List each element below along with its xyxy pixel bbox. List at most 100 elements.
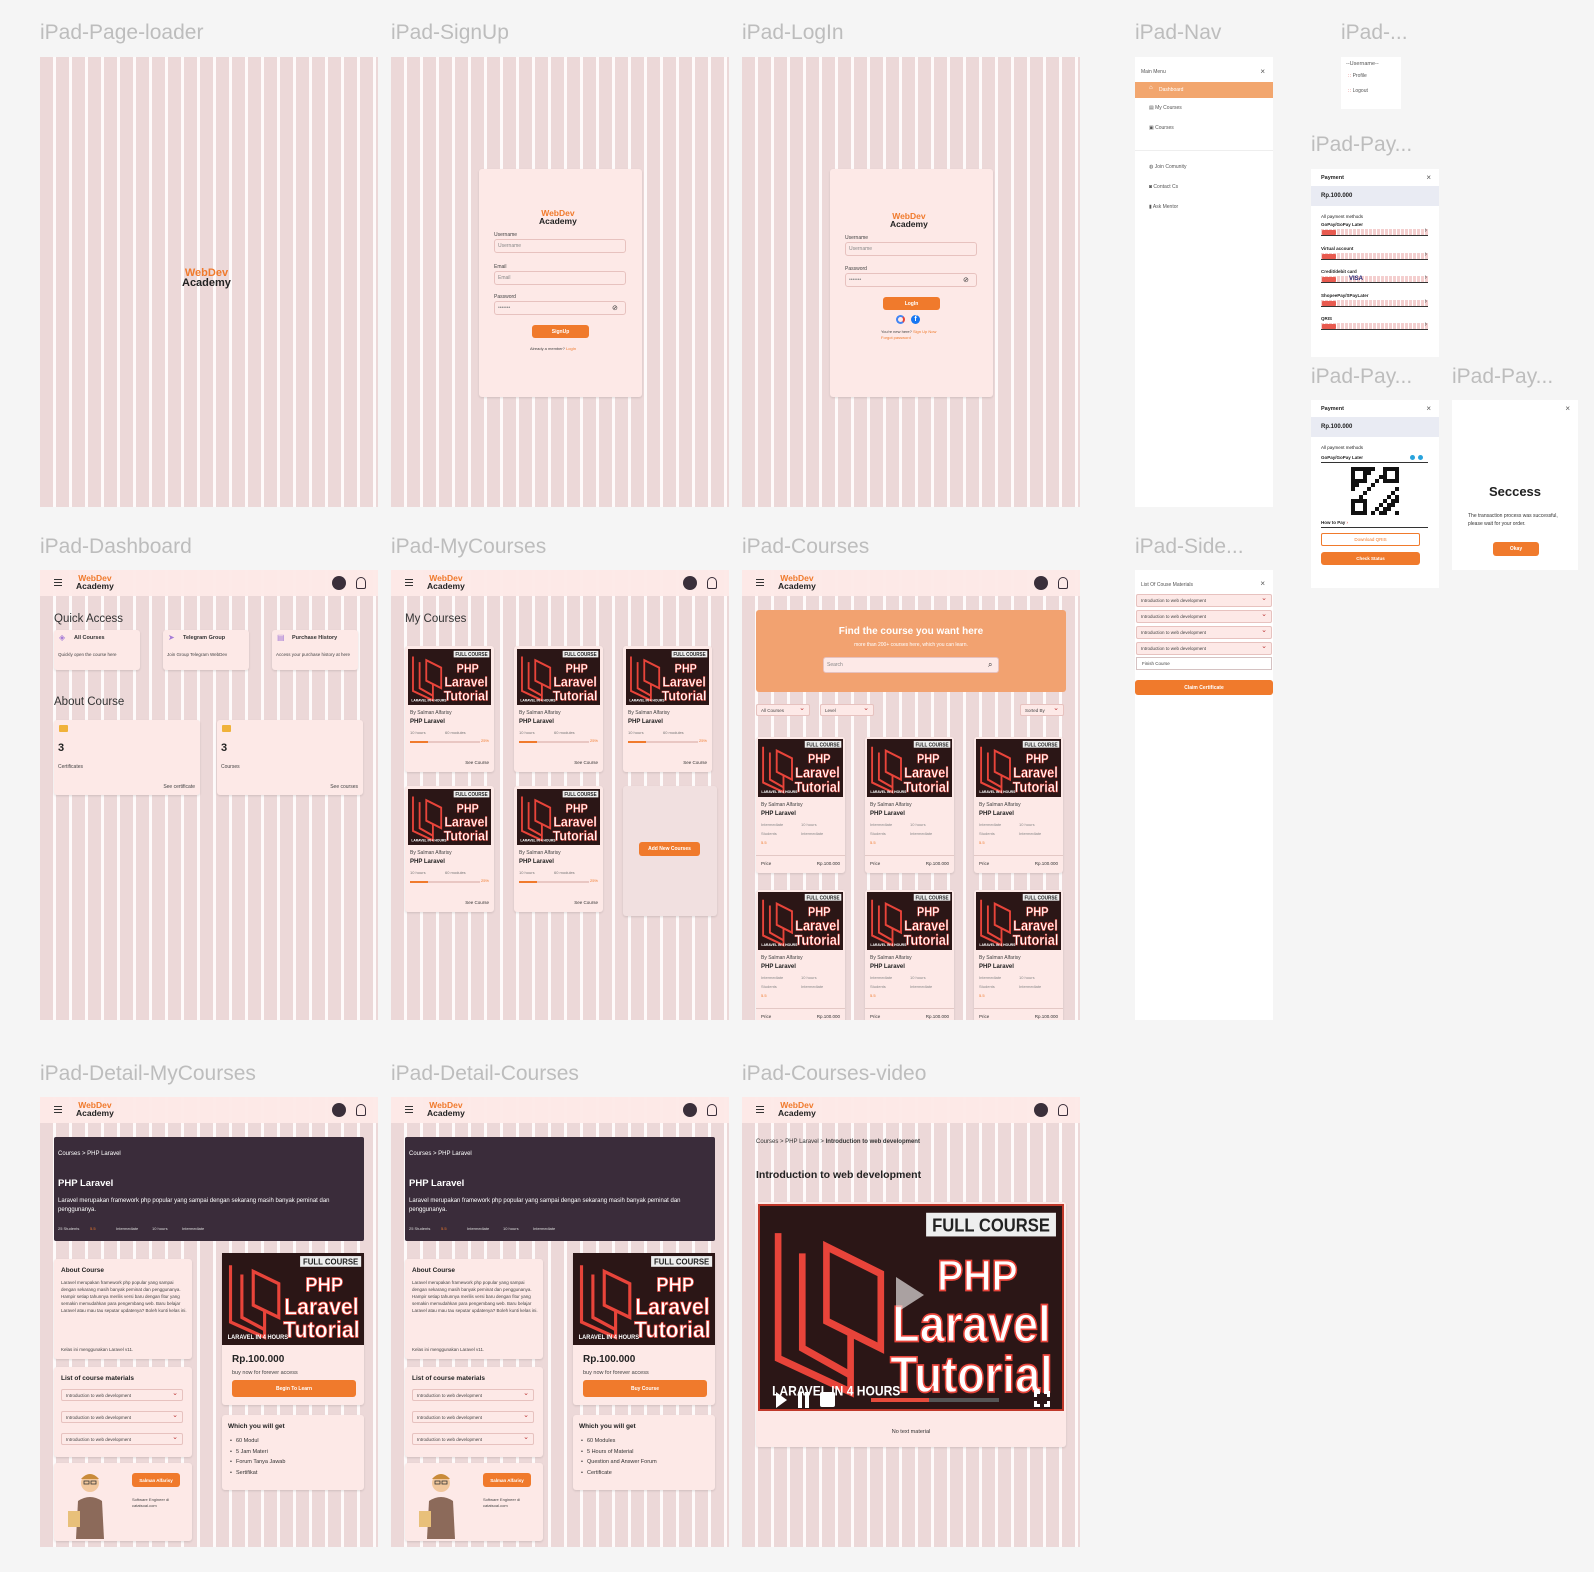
play-overlay-icon[interactable] xyxy=(896,1277,924,1313)
password-field[interactable]: ••••••• xyxy=(494,301,626,315)
payment-method-row[interactable]: VISA › xyxy=(1321,274,1428,283)
payment-method-row[interactable]: › xyxy=(1321,321,1428,330)
bell-icon[interactable] xyxy=(707,1104,717,1116)
material-dropdown[interactable]: Introduction to web development xyxy=(412,1411,534,1423)
okay-button[interactable]: Okay xyxy=(1493,542,1539,556)
stat-link[interactable]: See courses xyxy=(330,784,358,790)
login-link[interactable]: LogIn xyxy=(566,346,576,351)
avatar-icon[interactable] xyxy=(1034,1103,1048,1117)
quick-access-card[interactable]: ➤ Telegram Group Join Group Telegram WebDe… xyxy=(163,630,249,670)
bell-icon[interactable] xyxy=(707,577,717,589)
nav-item-mentor[interactable]: ▮ Ask Mentor xyxy=(1149,204,1178,210)
material-dropdown[interactable]: Introduction to web development xyxy=(1136,642,1272,655)
eye-off-icon[interactable]: ⊘ xyxy=(963,276,969,284)
course-card[interactable]: FULL COURSE PHP Laravel Tutorial LARAVEL IN … xyxy=(865,890,954,1020)
level-filter[interactable]: Level xyxy=(820,704,874,716)
bell-icon[interactable] xyxy=(356,577,366,589)
bell-icon[interactable] xyxy=(356,1104,366,1116)
breadcrumb[interactable]: Courses > PHP Laravel xyxy=(409,1151,472,1157)
see-course-link[interactable]: See Course xyxy=(574,900,598,905)
search-input[interactable]: Search xyxy=(823,657,999,673)
claim-certificate-button[interactable]: Claim Certificate xyxy=(1135,680,1273,695)
my-course-card[interactable]: FULL COURSE PHP Laravel Tutorial LARAVEL IN … xyxy=(514,786,603,912)
close-icon[interactable]: × xyxy=(1426,404,1431,413)
see-course-link[interactable]: See Course xyxy=(465,900,489,905)
close-icon[interactable]: × xyxy=(1260,579,1265,588)
nav-item-courses[interactable]: ▣ Courses xyxy=(1149,125,1174,131)
payment-method-row[interactable]: › xyxy=(1321,298,1428,307)
course-card[interactable]: FULL COURSE PHP Laravel Tutorial LARAVEL IN … xyxy=(756,890,845,1020)
nav-item-dashboard[interactable]: ⌂ Dashboard xyxy=(1135,82,1273,98)
eye-off-icon[interactable]: ⊘ xyxy=(612,304,618,312)
email-field[interactable]: Email xyxy=(494,271,626,285)
material-dropdown[interactable]: Introduction to web development xyxy=(61,1433,183,1445)
mentor-name[interactable]: Salman Alfarisy xyxy=(132,1473,180,1487)
signup-button[interactable]: SignUp xyxy=(532,325,589,338)
breadcrumb[interactable]: Courses > PHP Laravel xyxy=(58,1151,121,1157)
material-dropdown[interactable]: Introduction to web development xyxy=(412,1433,534,1445)
avatar-icon[interactable] xyxy=(683,1103,697,1117)
close-icon[interactable]: × xyxy=(1565,404,1570,413)
material-dropdown[interactable]: Introduction to web development xyxy=(412,1389,534,1401)
material-dropdown[interactable]: Introduction to web development xyxy=(1136,610,1272,623)
download-qris-button[interactable]: Download QRIS xyxy=(1321,533,1420,546)
bell-icon[interactable] xyxy=(1058,577,1068,589)
my-course-card[interactable]: FULL COURSE PHP Laravel Tutorial LARAVEL IN … xyxy=(623,646,712,772)
my-course-card[interactable]: FULL COURSE PHP Laravel Tutorial LARAVEL IN … xyxy=(405,786,494,912)
category-filter[interactable]: All Courses xyxy=(756,704,810,716)
finish-course-item[interactable]: Finish Course xyxy=(1136,657,1272,670)
avatar-icon[interactable] xyxy=(1034,576,1048,590)
material-dropdown[interactable]: Introduction to web development xyxy=(61,1389,183,1401)
profile-menu-item[interactable]: ∷ Profile xyxy=(1348,73,1367,79)
breadcrumb-link[interactable]: Courses > PHP Laravel > xyxy=(756,1139,824,1145)
close-icon[interactable]: × xyxy=(1426,173,1431,182)
nav-item-my-courses[interactable]: ▤ My Courses xyxy=(1149,105,1182,111)
hamburger-icon[interactable] xyxy=(756,579,764,586)
facebook-icon[interactable]: f xyxy=(911,315,920,324)
stop-icon[interactable] xyxy=(820,1392,835,1407)
course-card[interactable]: FULL COURSE PHP Laravel Tutorial LARAVEL IN … xyxy=(865,737,954,873)
material-dropdown[interactable]: Introduction to web development xyxy=(1136,594,1272,607)
login-button[interactable]: LogIn xyxy=(883,297,940,310)
google-icon[interactable] xyxy=(896,315,905,324)
course-card[interactable]: FULL COURSE PHP Laravel Tutorial LARAVEL IN … xyxy=(974,737,1063,873)
my-course-card[interactable]: FULL COURSE PHP Laravel Tutorial LARAVEL IN … xyxy=(514,646,603,772)
logout-menu-item[interactable]: ∷ Logout xyxy=(1348,88,1368,94)
course-card[interactable]: FULL COURSE PHP Laravel Tutorial LARAVEL IN … xyxy=(974,890,1063,1020)
username-field[interactable]: Username xyxy=(494,239,626,253)
stat-link[interactable]: See certificate xyxy=(163,784,195,790)
my-course-card[interactable]: FULL COURSE PHP Laravel Tutorial LARAVEL IN … xyxy=(405,646,494,772)
search-icon[interactable]: ⌕ xyxy=(988,660,992,670)
nav-item-community[interactable]: ◍ Join Comunity xyxy=(1149,164,1186,170)
add-new-courses-button[interactable]: Add New Courses xyxy=(639,842,700,856)
close-icon[interactable]: × xyxy=(1260,67,1265,76)
signup-link[interactable]: Sign Up Now xyxy=(913,329,936,334)
payment-method-row[interactable]: › xyxy=(1321,251,1428,260)
video-progress[interactable] xyxy=(871,1398,999,1402)
hamburger-icon[interactable] xyxy=(54,579,62,586)
course-card[interactable]: FULL COURSE PHP Laravel Tutorial LARAVEL IN … xyxy=(756,737,845,873)
username-field[interactable]: Username xyxy=(845,242,977,256)
quick-access-card[interactable]: ◈ All Courses Quickly open the course here xyxy=(54,630,140,670)
play-icon[interactable] xyxy=(776,1392,787,1408)
sort-dropdown[interactable]: Sorted By xyxy=(1020,704,1064,716)
mentor-name[interactable]: Salman Alfarisy xyxy=(483,1473,531,1487)
nav-item-contact[interactable]: ◙ Contact Cs xyxy=(1149,184,1178,190)
avatar-icon[interactable] xyxy=(332,576,346,590)
hamburger-icon[interactable] xyxy=(405,579,413,586)
quick-access-card[interactable]: ▤ Purchase History Access your purchase hi… xyxy=(272,630,358,670)
avatar-icon[interactable] xyxy=(332,1103,346,1117)
hamburger-icon[interactable] xyxy=(405,1106,413,1113)
check-status-button[interactable]: Check Status xyxy=(1321,552,1420,565)
how-to-pay[interactable]: How to Pay › xyxy=(1321,520,1348,525)
pause-icon[interactable] xyxy=(798,1392,809,1408)
buy-course-button[interactable]: Buy Course xyxy=(583,1380,707,1397)
bell-icon[interactable] xyxy=(1058,1104,1068,1116)
material-dropdown[interactable]: Introduction to web development xyxy=(61,1411,183,1423)
password-field[interactable]: ••••••• xyxy=(845,273,977,287)
material-dropdown[interactable]: Introduction to web development xyxy=(1136,626,1272,639)
see-course-link[interactable]: See Course xyxy=(683,760,707,765)
hamburger-icon[interactable] xyxy=(756,1106,764,1113)
hamburger-icon[interactable] xyxy=(54,1106,62,1113)
forgot-password-link[interactable]: Forgot password xyxy=(881,335,911,340)
